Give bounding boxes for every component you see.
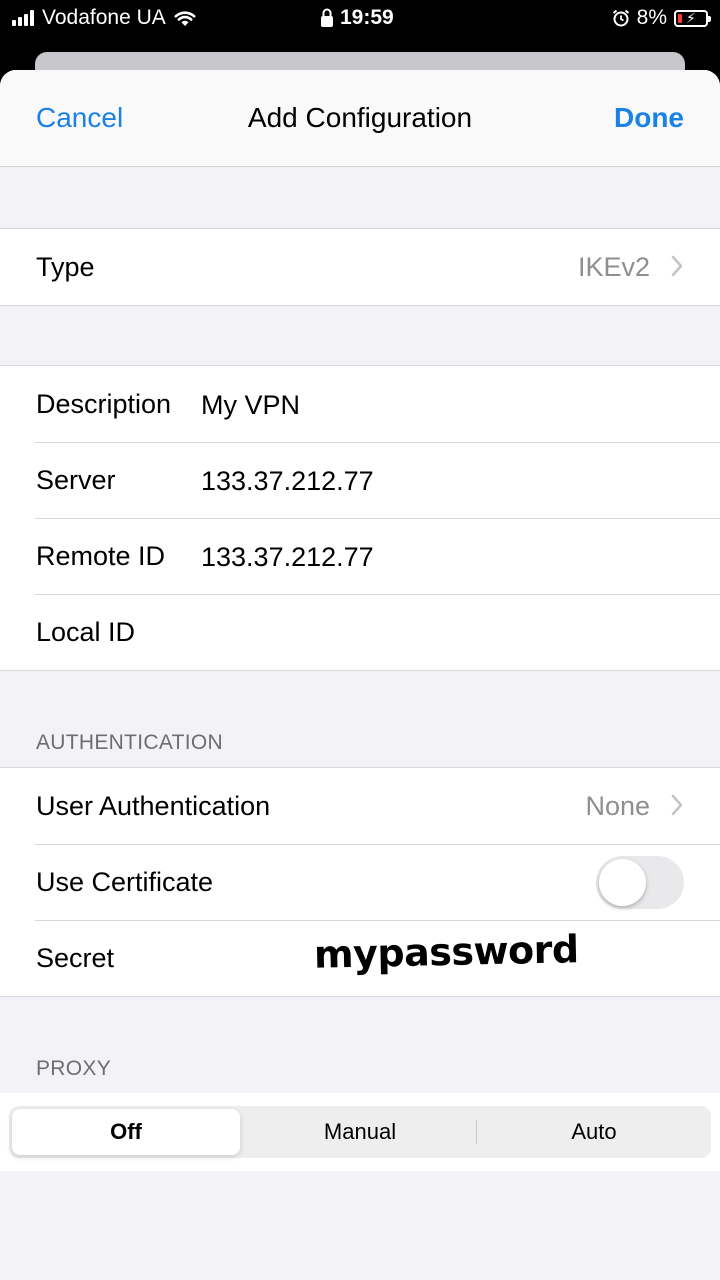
local-id-label: Local ID	[36, 617, 136, 647]
done-button[interactable]: Done	[614, 102, 684, 134]
clock-time: 19:59	[340, 6, 394, 29]
type-row[interactable]: Type IKEv2	[0, 229, 720, 305]
status-right: 8% ⚡	[612, 6, 711, 30]
type-label: Type	[36, 252, 95, 282]
add-configuration-sheet: Cancel Add Configuration Done Type IKEv2…	[0, 70, 720, 1280]
status-left: Vodafone UA	[12, 6, 196, 30]
use-certificate-label: Use Certificate	[36, 867, 214, 897]
server-label: Server	[36, 465, 116, 495]
chevron-right-icon	[671, 794, 683, 816]
secret-row[interactable]: Secret mypassword	[0, 920, 720, 996]
local-id-row[interactable]: Local ID	[0, 594, 720, 670]
carrier-name: Vodafone UA	[42, 6, 166, 29]
proxy-option-auto[interactable]: Auto	[480, 1109, 708, 1155]
use-certificate-row: Use Certificate	[0, 844, 720, 920]
status-bar: Vodafone UA 19:59 8% ⚡	[0, 0, 720, 36]
signal-icon	[12, 10, 34, 26]
description-row[interactable]: Description My VPN	[0, 366, 720, 442]
battery-charging-icon: ⚡	[674, 9, 711, 27]
secret-label: Secret	[36, 943, 115, 973]
user-authentication-value: None	[585, 791, 650, 821]
server-field[interactable]: 133.37.212.77	[201, 466, 374, 497]
wifi-icon	[174, 10, 196, 26]
proxy-option-manual[interactable]: Manual	[246, 1109, 474, 1155]
segment-divider	[476, 1120, 477, 1144]
server-row[interactable]: Server 133.37.212.77	[0, 442, 720, 518]
type-group: Type IKEv2	[0, 228, 720, 306]
authentication-group: User Authentication None Use Certificate…	[0, 767, 720, 997]
navigation-bar: Cancel Add Configuration Done	[0, 70, 720, 167]
description-field[interactable]: My VPN	[201, 390, 300, 421]
battery-percent: 8%	[636, 6, 667, 29]
details-group: Description My VPN Server 133.37.212.77 …	[0, 365, 720, 671]
remote-id-row[interactable]: Remote ID 133.37.212.77	[0, 518, 720, 594]
page-title: Add Configuration	[247, 102, 473, 133]
toggle-knob	[599, 859, 646, 906]
use-certificate-toggle[interactable]	[596, 856, 684, 909]
proxy-header: PROXY	[36, 1057, 112, 1080]
lock-icon	[321, 8, 333, 27]
description-label: Description	[36, 389, 172, 419]
proxy-segmented-control: Off Manual Auto	[9, 1106, 711, 1158]
authentication-header: AUTHENTICATION	[36, 731, 223, 754]
type-value: IKEv2	[577, 252, 650, 282]
chevron-right-icon	[671, 255, 683, 277]
secret-field[interactable]: mypassword	[305, 927, 588, 977]
proxy-group: Off Manual Auto	[0, 1093, 720, 1171]
remote-id-field[interactable]: 133.37.212.77	[201, 542, 374, 573]
user-authentication-row[interactable]: User Authentication None	[0, 768, 720, 844]
status-center: 19:59	[320, 6, 394, 30]
proxy-option-off[interactable]: Off	[12, 1109, 240, 1155]
alarm-icon	[612, 9, 629, 27]
remote-id-label: Remote ID	[36, 541, 166, 571]
user-authentication-label: User Authentication	[36, 791, 271, 821]
